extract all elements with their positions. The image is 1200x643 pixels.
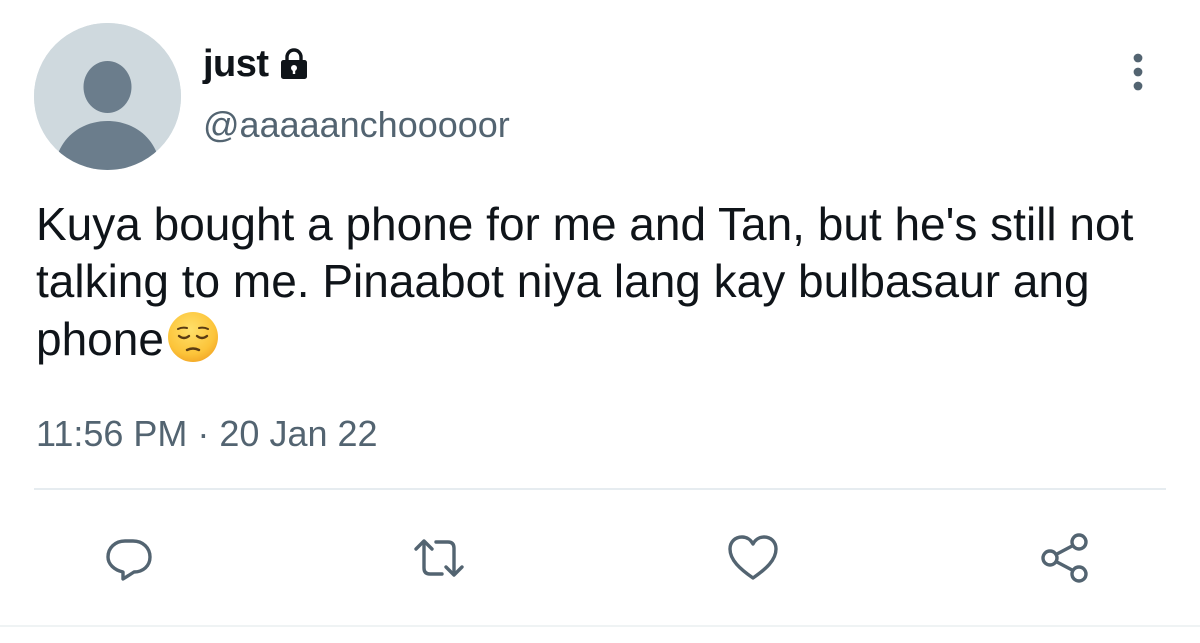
default-avatar-icon bbox=[34, 23, 181, 170]
vertical-ellipsis-icon bbox=[1133, 53, 1143, 91]
author-name-row: just bbox=[203, 38, 311, 90]
heart-icon bbox=[728, 535, 778, 580]
retweet-icon bbox=[414, 539, 464, 577]
bottom-border bbox=[0, 625, 1200, 627]
user-handle[interactable]: @aaaaanchooooor bbox=[203, 104, 510, 146]
divider bbox=[34, 488, 1166, 490]
tweet-card: just @aaaaanchooooor Kuya bought a phone… bbox=[0, 0, 1200, 643]
action-bar bbox=[0, 528, 1200, 588]
tweet-timestamp[interactable]: 11:56 PM · 20 Jan 22 bbox=[36, 413, 378, 455]
reply-button[interactable] bbox=[99, 528, 159, 588]
avatar[interactable] bbox=[34, 23, 181, 170]
lock-icon bbox=[277, 47, 311, 81]
reply-icon bbox=[106, 539, 152, 581]
display-name[interactable]: just bbox=[203, 43, 269, 86]
like-button[interactable] bbox=[723, 528, 783, 588]
pensive-face-emoji-icon bbox=[166, 310, 220, 364]
more-options-button[interactable] bbox=[1116, 50, 1160, 94]
share-button[interactable] bbox=[1035, 528, 1095, 588]
share-icon bbox=[1041, 533, 1088, 583]
retweet-button[interactable] bbox=[409, 528, 469, 588]
tweet-text: Kuya bought a phone for me and Tan, but … bbox=[36, 196, 1176, 368]
